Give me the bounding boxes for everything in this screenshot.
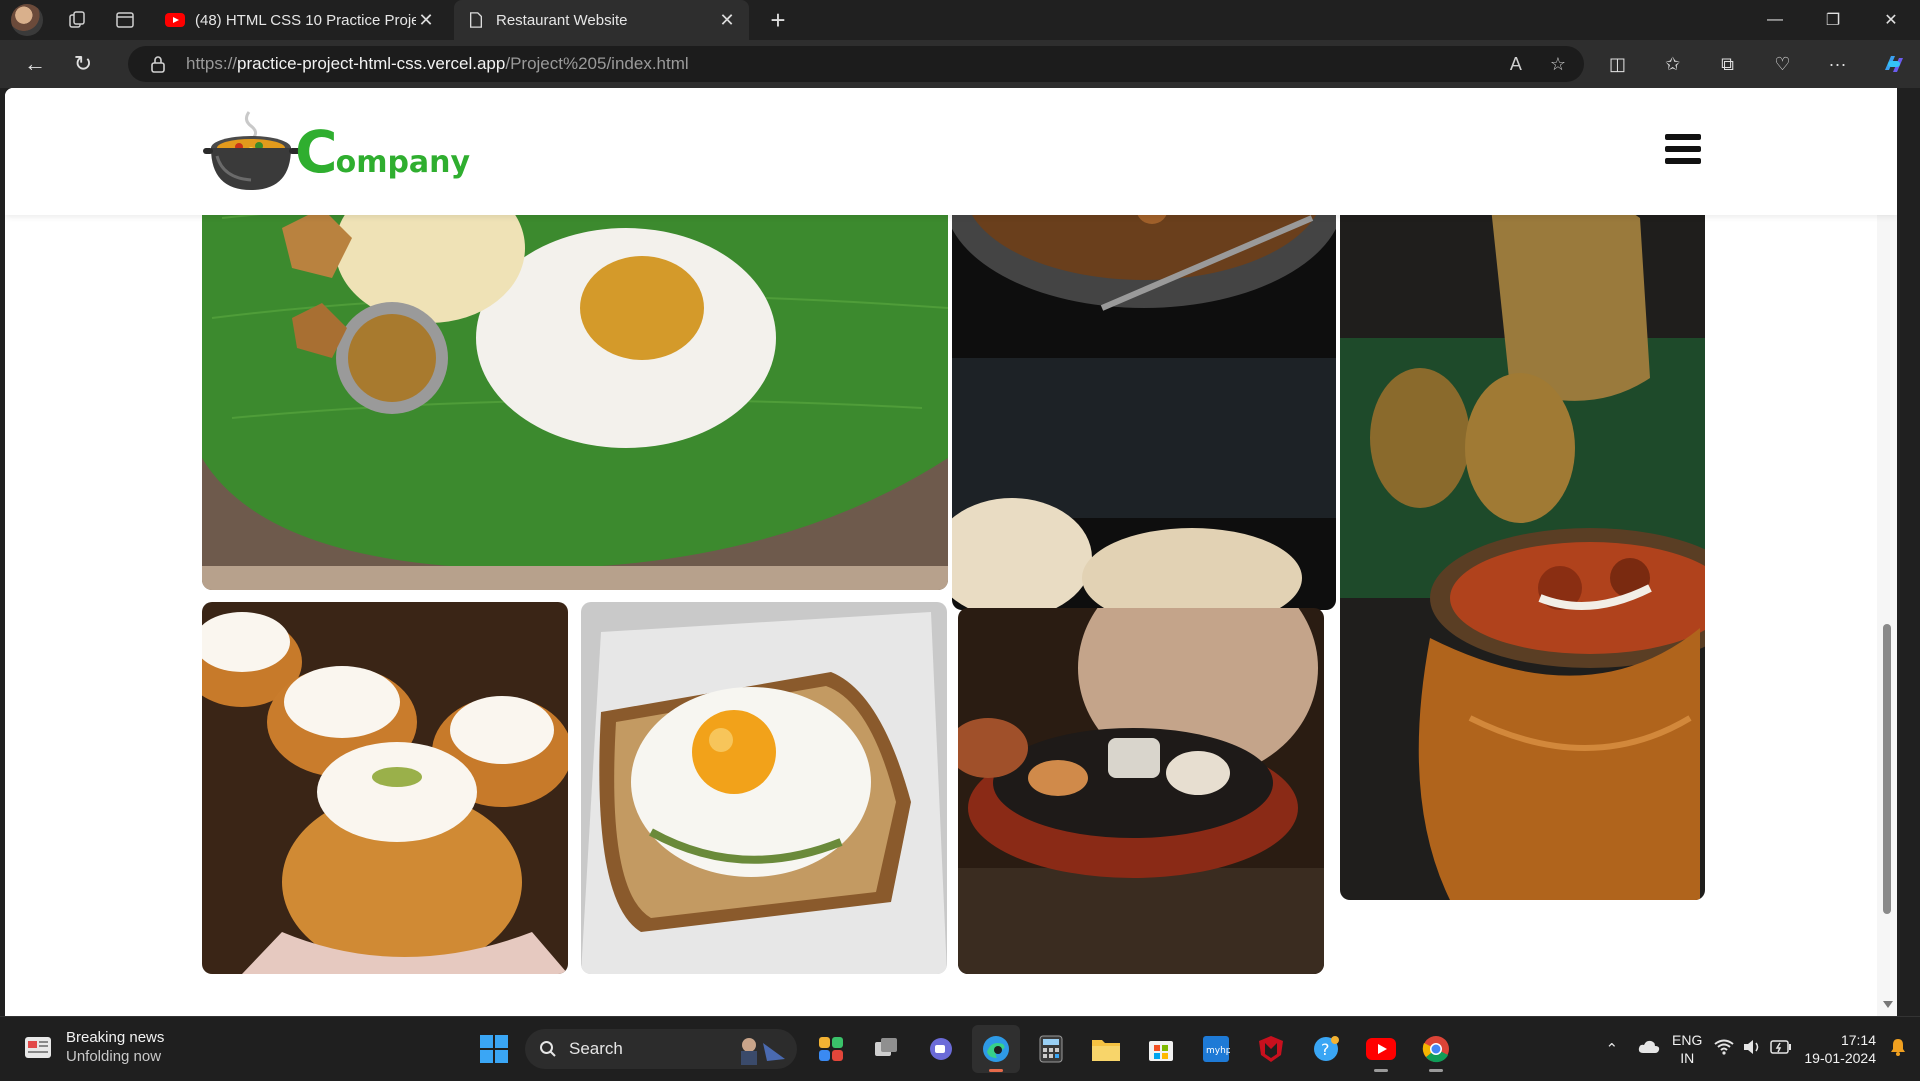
shield-icon [1259, 1036, 1283, 1062]
back-arrow-icon[interactable]: ← [15, 44, 55, 84]
start-button[interactable] [470, 1025, 518, 1073]
taskbar-chrome[interactable] [1412, 1025, 1460, 1073]
gallery-image-sizzler-momos[interactable] [958, 608, 1324, 974]
food-photo-icon [952, 158, 1336, 610]
page-icon [470, 12, 482, 28]
gallery-image-cream-cupcakes[interactable] [202, 602, 568, 974]
taskbar-myhp[interactable]: myhp [1192, 1025, 1240, 1073]
favorite-star-icon[interactable]: ☆ [1550, 54, 1566, 75]
profile-avatar[interactable] [11, 4, 43, 36]
gallery-image-copper-curry-pot[interactable] [1340, 158, 1705, 900]
minimize-button[interactable]: — [1746, 0, 1804, 40]
favorites-icon[interactable]: ✩ [1645, 40, 1700, 88]
copilot-app-icon [819, 1037, 843, 1061]
company-logo-text[interactable]: Company [295, 118, 470, 186]
gallery-image-egg-on-toast[interactable] [581, 602, 947, 974]
taskbar-get-help[interactable]: ? [1302, 1025, 1350, 1073]
search-icon [540, 1041, 556, 1057]
news-widget[interactable]: Breaking news Unfolding now [24, 1029, 164, 1065]
calculator-icon [1039, 1035, 1063, 1063]
windows-logo-icon [480, 1035, 508, 1063]
url-text: https://practice-project-html-css.vercel… [186, 54, 689, 73]
taskbar-copilot-app[interactable] [807, 1025, 855, 1073]
search-highlight-icon [741, 1038, 785, 1065]
youtube-icon [1366, 1038, 1396, 1060]
collections-icon[interactable]: ⧉ [1700, 40, 1755, 88]
taskbar-edge[interactable] [972, 1025, 1020, 1073]
cooking-pot-logo-icon[interactable] [203, 108, 301, 196]
hamburger-menu-icon[interactable] [1665, 134, 1701, 166]
scrollbar-thumb[interactable] [1883, 624, 1891, 914]
copilot-icon[interactable] [1865, 40, 1920, 88]
svg-text:?: ? [1321, 1040, 1330, 1059]
more-menu-icon[interactable]: ··· [1810, 40, 1865, 88]
browser-toolbar: ← ↻ https://practice-project-html-css.ve… [0, 40, 1920, 88]
address-bar[interactable]: https://practice-project-html-css.vercel… [128, 46, 1584, 82]
news-subtitle: Unfolding now [66, 1048, 162, 1065]
show-hidden-icons-chevron-icon[interactable]: ⌃ [1605, 1040, 1618, 1058]
site-header: Company [5, 88, 1897, 215]
page-viewport: Company [5, 88, 1897, 1016]
workspaces-icon[interactable] [63, 6, 91, 34]
news-title: Breaking news [66, 1029, 165, 1046]
gallery-image-banana-leaf-meal[interactable] [202, 158, 948, 590]
taskbar-teams[interactable] [917, 1025, 965, 1073]
wifi-icon[interactable] [1714, 1039, 1734, 1059]
search-label: Search [569, 1039, 623, 1058]
youtube-icon [165, 13, 185, 27]
taskbar-file-explorer[interactable] [1082, 1025, 1130, 1073]
notification-bell-icon[interactable] [1890, 1038, 1906, 1061]
input-language[interactable]: ENG IN [1672, 1031, 1702, 1067]
folder-icon [1092, 1040, 1120, 1061]
read-aloud-icon[interactable]: A [1510, 54, 1522, 75]
svg-text:myhp: myhp [1206, 1046, 1230, 1056]
browser-essentials-icon[interactable]: ♡ [1755, 40, 1810, 88]
page-scrollbar[interactable] [1877, 88, 1897, 1016]
taskbar-task-view[interactable] [862, 1025, 910, 1073]
news-icon [25, 1037, 51, 1058]
help-icon: ? [1314, 1036, 1339, 1061]
tab-strip: (48) HTML CSS 10 Practice Projec ✕ Resta… [0, 0, 1920, 40]
food-photo-icon [958, 608, 1324, 974]
tab-youtube[interactable]: (48) HTML CSS 10 Practice Projec ✕ [153, 0, 448, 40]
tab-restaurant[interactable]: Restaurant Website ✕ [454, 0, 749, 40]
new-tab-button[interactable]: + [763, 5, 793, 36]
food-photo-icon [1340, 158, 1705, 900]
scroll-down-icon[interactable] [1883, 1001, 1893, 1008]
taskbar-search[interactable]: Search [525, 1029, 797, 1069]
refresh-icon[interactable]: ↻ [63, 44, 103, 84]
volume-icon[interactable] [1742, 1039, 1762, 1059]
edge-browser-icon [983, 1036, 1009, 1062]
split-screen-icon[interactable]: ◫ [1590, 40, 1645, 88]
vertical-tabs-icon[interactable] [111, 6, 139, 34]
restore-button[interactable]: ❐ [1804, 0, 1862, 40]
task-view-icon [875, 1038, 897, 1056]
food-photo-icon [202, 158, 948, 590]
system-clock[interactable]: 17:14 19-01-2024 [1804, 1031, 1876, 1067]
close-tab-icon[interactable]: ✕ [416, 10, 436, 31]
food-photo-icon [202, 602, 568, 974]
tab-title: Restaurant Website [496, 11, 628, 29]
hp-app-icon: myhp [1203, 1036, 1230, 1062]
taskbar-mcafee[interactable] [1247, 1025, 1295, 1073]
food-photo-icon [581, 602, 947, 974]
chat-icon [930, 1038, 952, 1060]
taskbar-calculator[interactable] [1027, 1025, 1075, 1073]
taskbar-youtube[interactable] [1357, 1025, 1405, 1073]
close-window-button[interactable]: ✕ [1862, 0, 1920, 40]
gallery-image-pan-curry-naan[interactable] [952, 158, 1336, 610]
chrome-icon [1422, 1036, 1449, 1063]
battery-icon[interactable] [1770, 1040, 1792, 1058]
windows-taskbar: Breaking news Unfolding now Search myhp … [0, 1016, 1920, 1080]
taskbar-store[interactable] [1137, 1025, 1185, 1073]
onedrive-cloud-icon[interactable] [1638, 1040, 1660, 1059]
lock-icon[interactable] [148, 54, 168, 74]
store-icon [1149, 1041, 1173, 1061]
close-tab-icon[interactable]: ✕ [717, 10, 737, 31]
tab-title: (48) HTML CSS 10 Practice Projec [195, 11, 416, 29]
